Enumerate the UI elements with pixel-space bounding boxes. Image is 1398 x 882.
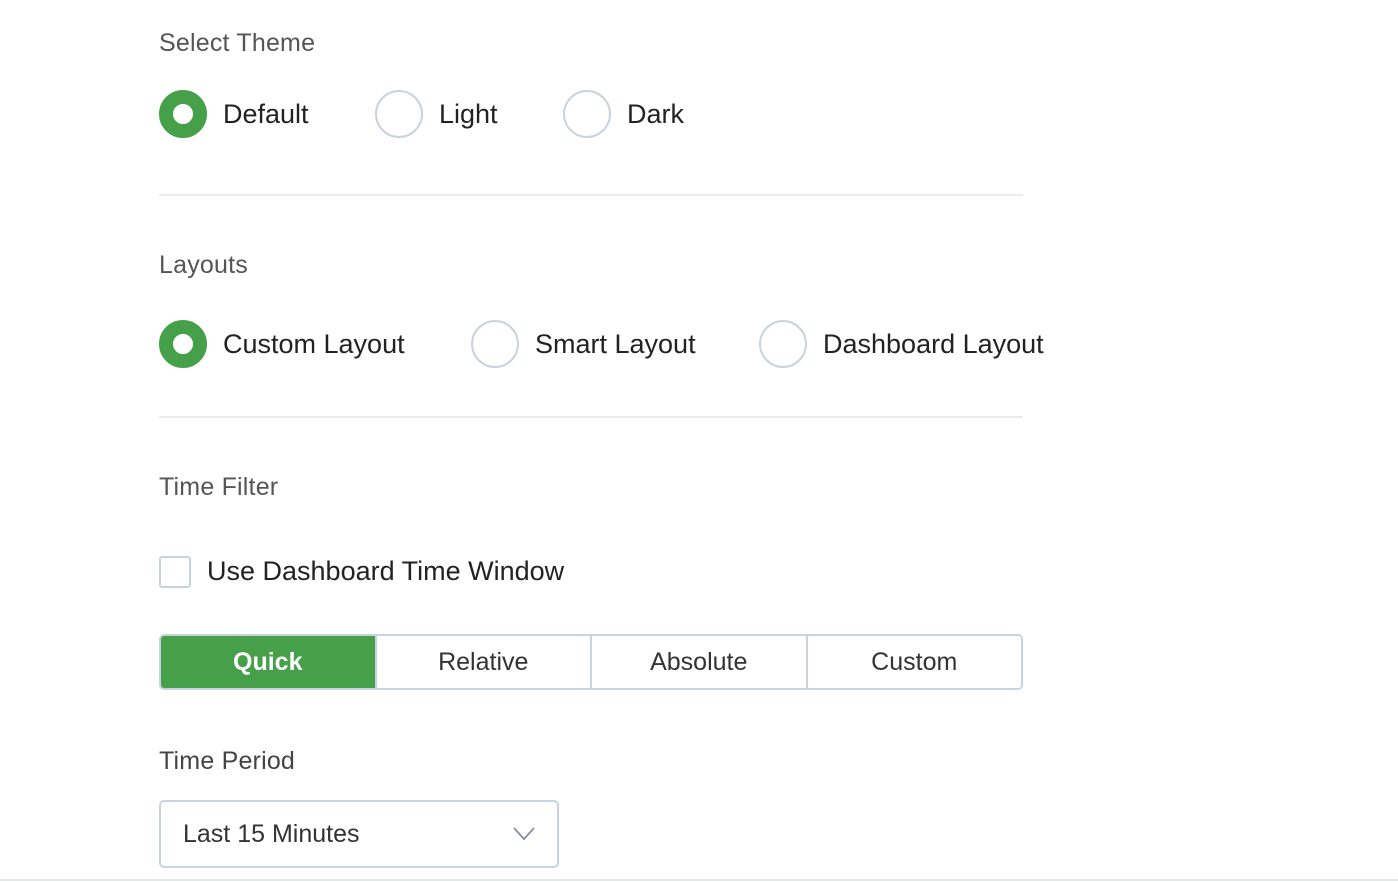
- dashboard-settings-panel: Select Theme Default Light Dark Layouts …: [0, 0, 1398, 882]
- theme-option-label: Dark: [627, 98, 685, 129]
- theme-option-default[interactable]: Default: [159, 90, 309, 138]
- radio-unselected-icon[interactable]: [375, 90, 423, 138]
- layout-option-label: Smart Layout: [535, 328, 696, 359]
- radio-unselected-icon[interactable]: [563, 90, 611, 138]
- layout-option-label: Dashboard Layout: [823, 328, 1044, 359]
- radio-selected-icon[interactable]: [159, 320, 207, 368]
- chevron-down-icon: [513, 827, 535, 841]
- radio-selected-icon[interactable]: [159, 90, 207, 138]
- time-period-selected-value: Last 15 Minutes: [183, 819, 360, 848]
- theme-option-label: Light: [439, 98, 498, 129]
- layout-option-dashboard[interactable]: Dashboard Layout: [759, 320, 1044, 368]
- checkbox-label: Use Dashboard Time Window: [207, 556, 565, 586]
- time-period-label: Time Period: [159, 747, 296, 775]
- layout-option-label: Custom Layout: [223, 328, 405, 359]
- section-divider: [159, 194, 1023, 196]
- time-period-select[interactable]: Last 15 Minutes: [159, 800, 559, 868]
- theme-radio-group: Default Light Dark: [159, 90, 759, 138]
- layout-option-custom[interactable]: Custom Layout: [159, 320, 405, 368]
- time-filter-tabs: Quick Relative Absolute Custom: [159, 634, 1023, 690]
- theme-section-label: Select Theme: [159, 29, 316, 57]
- layout-option-smart[interactable]: Smart Layout: [471, 320, 696, 368]
- tab-relative[interactable]: Relative: [374, 636, 590, 688]
- panel-bottom-border: [0, 879, 1398, 881]
- radio-unselected-icon[interactable]: [759, 320, 807, 368]
- tab-quick[interactable]: Quick: [161, 636, 375, 688]
- layout-radio-group: Custom Layout Smart Layout Dashboard Lay…: [159, 320, 1059, 368]
- theme-option-light[interactable]: Light: [375, 90, 498, 138]
- section-divider: [159, 416, 1023, 418]
- time-filter-section-label: Time Filter: [159, 473, 279, 501]
- dashboard-time-window-checkbox[interactable]: [159, 555, 191, 588]
- theme-option-dark[interactable]: Dark: [563, 90, 684, 138]
- tab-absolute[interactable]: Absolute: [590, 636, 806, 688]
- dashboard-time-window-checkbox-row[interactable]: Use Dashboard Time Window: [159, 555, 564, 588]
- theme-option-label: Default: [223, 98, 309, 129]
- tab-custom[interactable]: Custom: [805, 636, 1021, 688]
- layouts-section-label: Layouts: [159, 251, 248, 279]
- radio-unselected-icon[interactable]: [471, 320, 519, 368]
